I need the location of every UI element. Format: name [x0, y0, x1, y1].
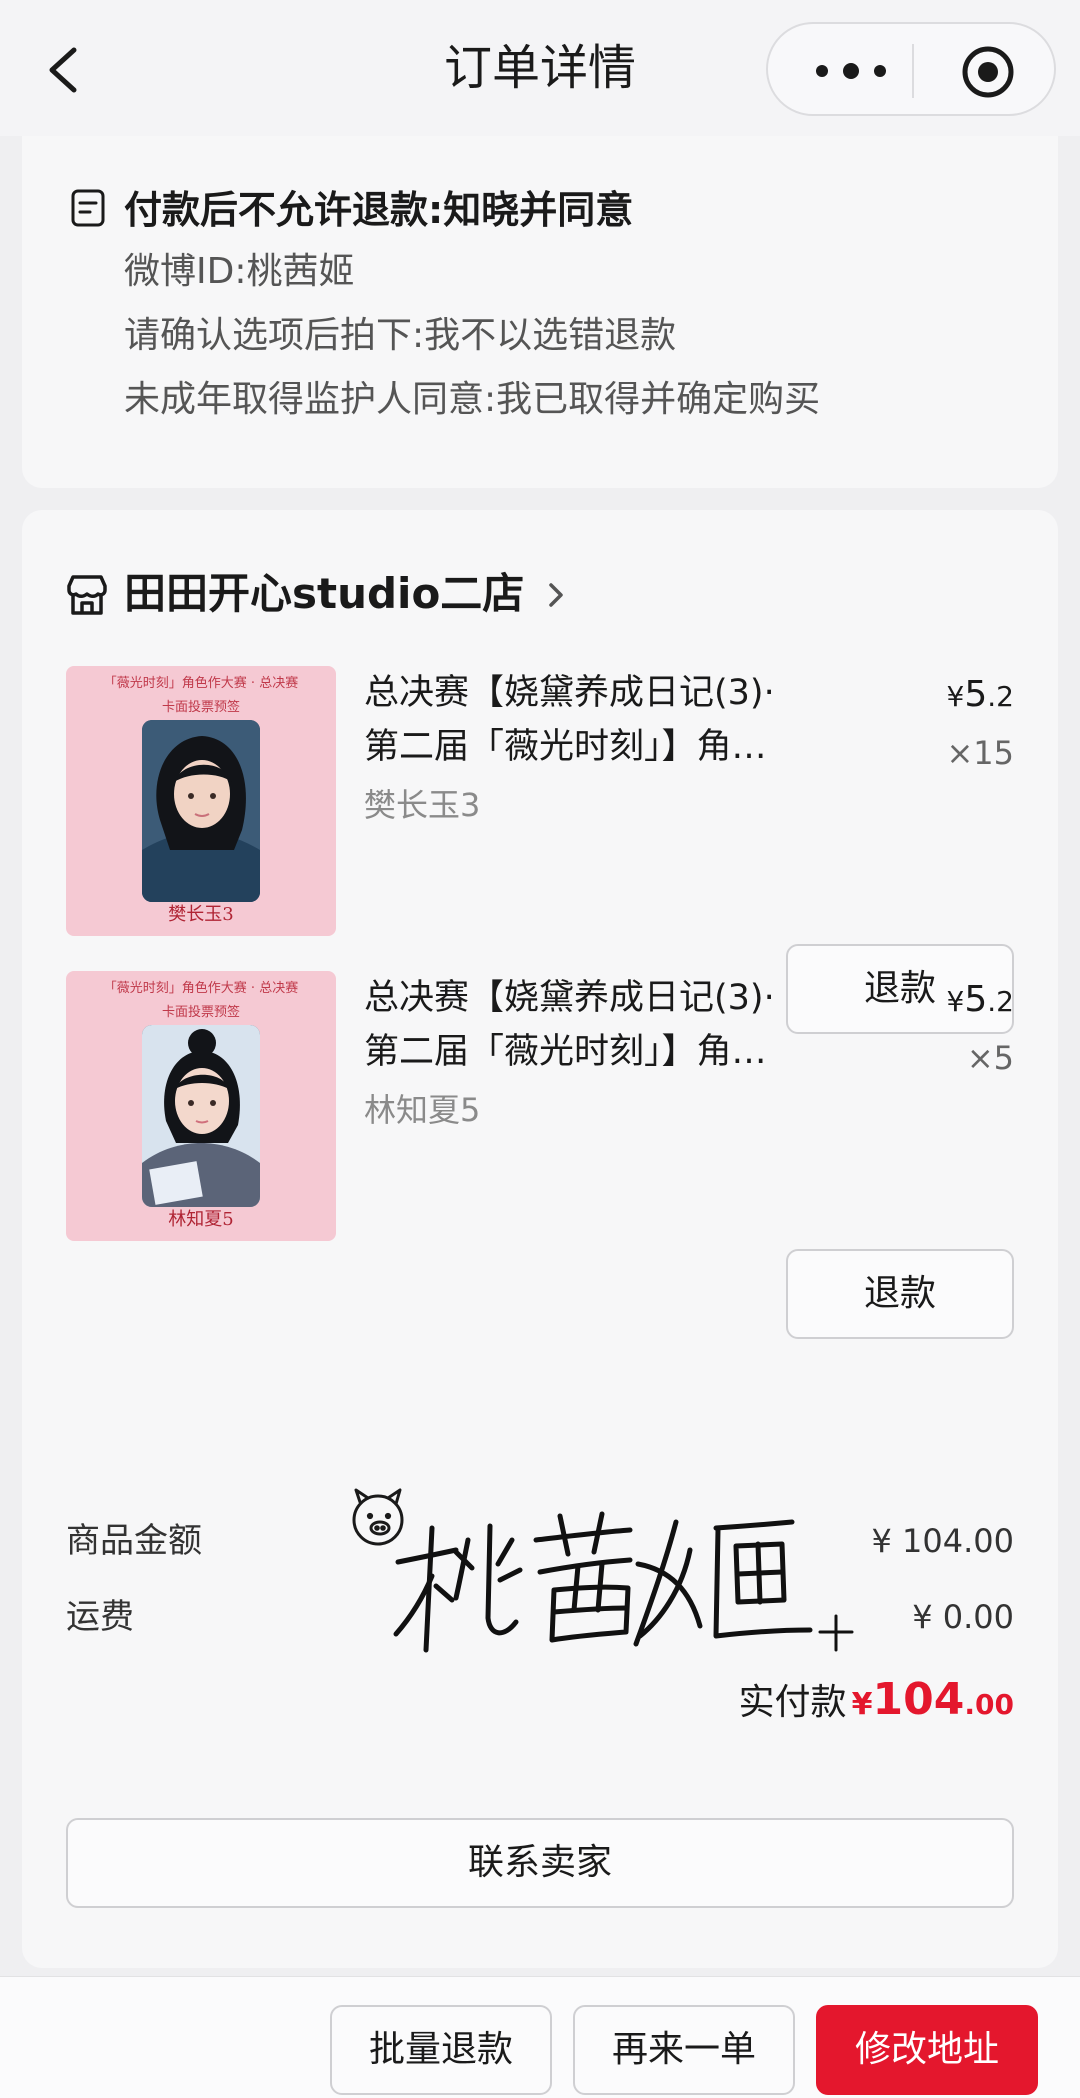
thumbnail-header: 「薇光时刻」角色作大赛 · 总决赛 [103, 981, 299, 996]
product-thumbnail[interactable]: 「薇光时刻」角色作大赛 · 总决赛 卡面投票预签 林知夏5 [66, 971, 336, 1241]
contact-seller-button[interactable]: 联系卖家 [66, 1818, 1014, 1908]
product-spec: 林知夏5 [364, 1091, 481, 1129]
quantity: ×5 [966, 1039, 1014, 1077]
price-currency: ¥ [946, 985, 965, 1018]
target-circle-icon[interactable] [960, 44, 1016, 100]
order-remark-card: 付款后不允许退款:知晓并同意 微博ID:桃茜姬 请确认选项后拍下:我不以选错退款… [22, 136, 1058, 488]
price-integer: 5 [964, 979, 988, 1020]
thumbnail-header: 「薇光时刻」角色作大赛 · 总决赛 [103, 676, 299, 691]
product-thumbnail[interactable]: 「薇光时刻」角色作大赛 · 总决赛 卡面投票预签 樊长玉3 [66, 666, 336, 936]
paid-currency: ¥ [851, 1687, 873, 1722]
thumbnail-name: 樊长玉3 [168, 904, 234, 925]
remark-line: 微博ID:桃茜姬 [124, 251, 355, 292]
character-photo [142, 720, 260, 902]
paid-label: 实付款 [738, 1682, 847, 1723]
store-icon [67, 575, 107, 615]
batch-refund-button[interactable]: 批量退款 [330, 2005, 552, 2095]
bottom-action-bar: 批量退款 再来一单 修改地址 [0, 1976, 1080, 2098]
reorder-button[interactable]: 再来一单 [573, 2005, 795, 2095]
remark-line: 未成年取得监护人同意:我已取得并确定购买 [124, 379, 821, 420]
price-integer: 5 [964, 674, 988, 715]
more-dots-icon[interactable] [806, 51, 896, 91]
product-title-line: 总决赛【娆黛养成日记(3)· [364, 978, 775, 1018]
chevron-right-icon[interactable] [546, 580, 566, 610]
order-item[interactable]: 「薇光时刻」角色作大赛 · 总决赛 卡面投票预签 林知夏5 总决赛【娆黛养成日记… [22, 971, 1058, 1381]
refund-button[interactable]: 退款 [786, 1249, 1014, 1339]
product-spec: 樊长玉3 [364, 786, 481, 824]
handwritten-signature [352, 1488, 854, 1653]
thumbnail-subtitle: 卡面投票预签 [161, 700, 240, 715]
product-title-line: 第二届「薇光时刻」】角… [364, 1032, 767, 1072]
goods-amount-label: 商品金额 [66, 1521, 202, 1561]
unit-price: ¥5.2 [947, 975, 1014, 1027]
top-nav-bar: 订单详情 [0, 0, 1080, 136]
order-card: 田田开心studio二店 「薇光时刻」角色作大赛 · 总决赛 卡面投票预签 樊长… [22, 510, 1058, 1968]
price-decimal: .2 [987, 985, 1014, 1018]
paid-decimal: .00 [964, 1688, 1014, 1721]
quantity: ×15 [946, 734, 1014, 772]
price-decimal: .2 [987, 680, 1014, 713]
note-icon [71, 189, 105, 227]
price-currency: ¥ [946, 680, 965, 713]
product-title-line: 总决赛【娆黛养成日记(3)· [364, 673, 775, 713]
remark-title: 付款后不允许退款:知晓并同意 [124, 188, 634, 232]
product-title[interactable]: 总决赛【娆黛养成日记(3)· 第二届「薇光时刻」】角… [364, 666, 904, 774]
paid-amount: 实付款 ¥104.00 [739, 1670, 1014, 1739]
shipping-value: ¥ 0.00 [912, 1598, 1014, 1636]
character-photo [142, 1025, 260, 1207]
mini-program-capsule [766, 22, 1056, 116]
goods-amount-value: ¥ 104.00 [871, 1522, 1015, 1560]
thumbnail-name: 林知夏5 [168, 1209, 234, 1230]
shipping-label: 运费 [66, 1597, 134, 1637]
product-title-line: 第二届「薇光时刻」】角… [364, 727, 767, 767]
paid-integer: 104 [872, 1674, 965, 1725]
capsule-divider [912, 44, 914, 98]
modify-address-button[interactable]: 修改地址 [816, 2005, 1038, 2095]
shop-name[interactable]: 田田开心studio二店 [124, 564, 524, 624]
product-title[interactable]: 总决赛【娆黛养成日记(3)· 第二届「薇光时刻」】角… [364, 971, 904, 1079]
unit-price: ¥5.2 [947, 670, 1014, 722]
thumbnail-subtitle: 卡面投票预签 [161, 1005, 240, 1020]
remark-line: 请确认选项后拍下:我不以选错退款 [124, 315, 677, 356]
